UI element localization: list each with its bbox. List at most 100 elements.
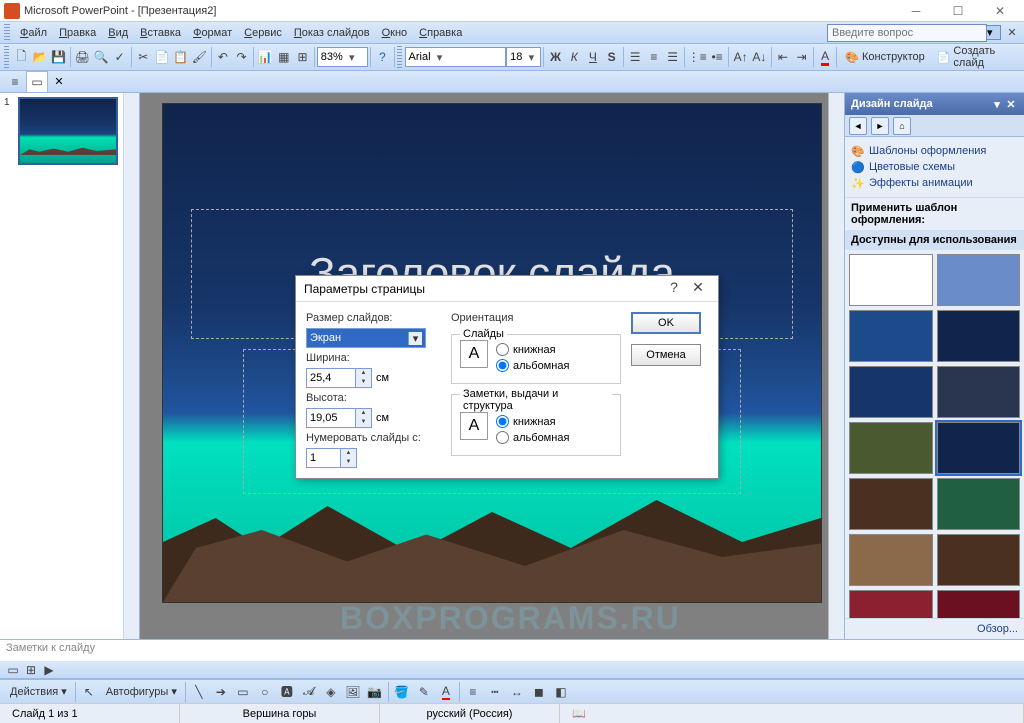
shadow-style-button[interactable]: ◼ — [528, 681, 550, 703]
select-button[interactable]: ↖ — [78, 681, 100, 703]
taskpane-dropdown[interactable]: ▾ — [990, 98, 1004, 111]
notes-pane[interactable]: Заметки к слайду — [0, 639, 1024, 661]
minimize-button[interactable]: ─ — [896, 1, 936, 21]
autoshapes-menu[interactable]: Автофигуры ▾ — [100, 682, 183, 701]
slide-thumbnail[interactable]: 1 — [4, 97, 135, 165]
menu-help[interactable]: Справка — [413, 25, 468, 41]
menu-slideshow[interactable]: Показ слайдов — [288, 25, 376, 41]
wordart-button[interactable]: 𝓐 — [298, 681, 320, 703]
table-button[interactable]: ▦ — [274, 46, 293, 68]
template-thumbnail[interactable] — [849, 254, 933, 306]
undo-button[interactable]: ↶ — [214, 46, 233, 68]
open-button[interactable]: 📂 — [31, 46, 50, 68]
preview-button[interactable]: 🔍 — [92, 46, 111, 68]
height-spinner[interactable]: ▲▼ — [356, 408, 372, 428]
bold-button[interactable]: Ж — [546, 46, 565, 68]
italic-button[interactable]: К — [565, 46, 584, 68]
ok-button[interactable]: OK — [631, 312, 701, 334]
font-color-button[interactable]: A — [816, 46, 835, 68]
nav-forward-button[interactable]: ► — [871, 117, 889, 135]
align-left-button[interactable]: ☰ — [626, 46, 645, 68]
underline-button[interactable]: Ч — [584, 46, 603, 68]
menu-edit[interactable]: Правка — [53, 25, 102, 41]
template-thumbnail[interactable] — [937, 254, 1021, 306]
nav-home-button[interactable]: ⌂ — [893, 117, 911, 135]
question-input[interactable] — [827, 24, 987, 42]
close-pane-button[interactable]: ✕ — [52, 75, 66, 88]
cancel-button[interactable]: Отмена — [631, 344, 701, 366]
template-thumbnail[interactable] — [937, 534, 1021, 586]
templates-link[interactable]: 🎨Шаблоны оформления — [851, 143, 1018, 159]
browse-link[interactable]: Обзор... — [845, 618, 1024, 639]
slides-landscape-radio[interactable] — [496, 359, 509, 372]
line-color-button[interactable]: ✎ — [413, 681, 435, 703]
diagram-button[interactable]: ◈ — [320, 681, 342, 703]
normal-view-button[interactable]: ▭ — [4, 662, 22, 678]
dialog-close-button[interactable]: ✕ — [686, 279, 710, 299]
menu-view[interactable]: Вид — [102, 25, 134, 41]
arrow-style-button[interactable]: ↔ — [506, 681, 528, 703]
clipart-button[interactable]: 🖼 — [342, 681, 364, 703]
line-button[interactable]: ╲ — [188, 681, 210, 703]
template-thumbnail[interactable] — [849, 534, 933, 586]
question-dropdown[interactable]: ▾ — [987, 25, 1001, 40]
cut-button[interactable]: ✂ — [134, 46, 153, 68]
print-button[interactable]: 🖨 — [73, 46, 92, 68]
doc-close-button[interactable]: ✕ — [1004, 26, 1020, 39]
increase-indent-button[interactable]: ⇥ — [792, 46, 811, 68]
colors-link[interactable]: 🔵Цветовые схемы — [851, 159, 1018, 175]
maximize-button[interactable]: ☐ — [938, 1, 978, 21]
taskpane-close[interactable]: ✕ — [1004, 98, 1018, 111]
increase-font-button[interactable]: A↑ — [731, 46, 750, 68]
arrow-button[interactable]: ➔ — [210, 681, 232, 703]
spellcheck-icon[interactable]: 📖 — [572, 707, 586, 720]
dialog-titlebar[interactable]: Параметры страницы ? ✕ — [296, 276, 718, 302]
sorter-view-button[interactable]: ⊞ — [22, 662, 40, 678]
tables-button[interactable]: ⊞ — [293, 46, 312, 68]
line-style-button[interactable]: ≡ — [462, 681, 484, 703]
notes-landscape-radio[interactable] — [496, 431, 509, 444]
shadow-button[interactable]: S — [602, 46, 621, 68]
font-combo[interactable]: Arial▾ — [405, 47, 507, 67]
align-center-button[interactable]: ≡ — [645, 46, 664, 68]
menu-file[interactable]: Файл — [14, 25, 53, 41]
format-painter-button[interactable]: 🖌 — [190, 46, 209, 68]
font-color-button[interactable]: A — [435, 681, 457, 703]
nav-back-button[interactable]: ◄ — [849, 117, 867, 135]
new-slide-button[interactable]: 📄Создать слайд — [931, 42, 1020, 72]
slides-tab[interactable]: ▭ — [26, 71, 48, 93]
oval-button[interactable]: ○ — [254, 681, 276, 703]
slideshow-view-button[interactable]: ▶ — [40, 662, 58, 678]
template-thumbnail[interactable] — [937, 310, 1021, 362]
decrease-font-button[interactable]: A↓ — [750, 46, 769, 68]
template-thumbnail[interactable] — [849, 310, 933, 362]
template-thumbnail[interactable] — [937, 478, 1021, 530]
close-button[interactable]: ✕ — [980, 1, 1020, 21]
template-thumbnail[interactable] — [849, 478, 933, 530]
template-thumbnail[interactable] — [937, 590, 1021, 618]
number-spinner[interactable]: ▲▼ — [341, 448, 357, 468]
template-thumbnail[interactable] — [937, 422, 1021, 474]
dialog-help-button[interactable]: ? — [662, 279, 686, 299]
template-thumbnail[interactable] — [937, 366, 1021, 418]
template-thumbnail[interactable] — [849, 590, 933, 618]
width-spinner[interactable]: ▲▼ — [356, 368, 372, 388]
paste-button[interactable]: 📋 — [171, 46, 190, 68]
zoom-combo[interactable]: 83%▾ — [317, 47, 368, 67]
redo-button[interactable]: ↷ — [232, 46, 251, 68]
animation-link[interactable]: ✨Эффекты анимации — [851, 175, 1018, 191]
slides-portrait-radio[interactable] — [496, 343, 509, 356]
spellcheck-button[interactable]: ✓ — [110, 46, 129, 68]
actions-menu[interactable]: Действия ▾ — [4, 682, 73, 701]
width-input[interactable] — [306, 368, 356, 388]
scrollbar[interactable] — [123, 93, 139, 639]
size-select[interactable]: Экран▾ — [306, 328, 426, 348]
menu-tools[interactable]: Сервис — [238, 25, 288, 41]
bullets-button[interactable]: •≡ — [708, 46, 727, 68]
scrollbar[interactable] — [828, 93, 844, 639]
help-button[interactable]: ? — [373, 46, 392, 68]
menu-insert[interactable]: Вставка — [134, 25, 187, 41]
textbox-button[interactable]: 🅰 — [276, 681, 298, 703]
numbering-button[interactable]: ⋮≡ — [687, 46, 708, 68]
template-thumbnail[interactable] — [849, 366, 933, 418]
